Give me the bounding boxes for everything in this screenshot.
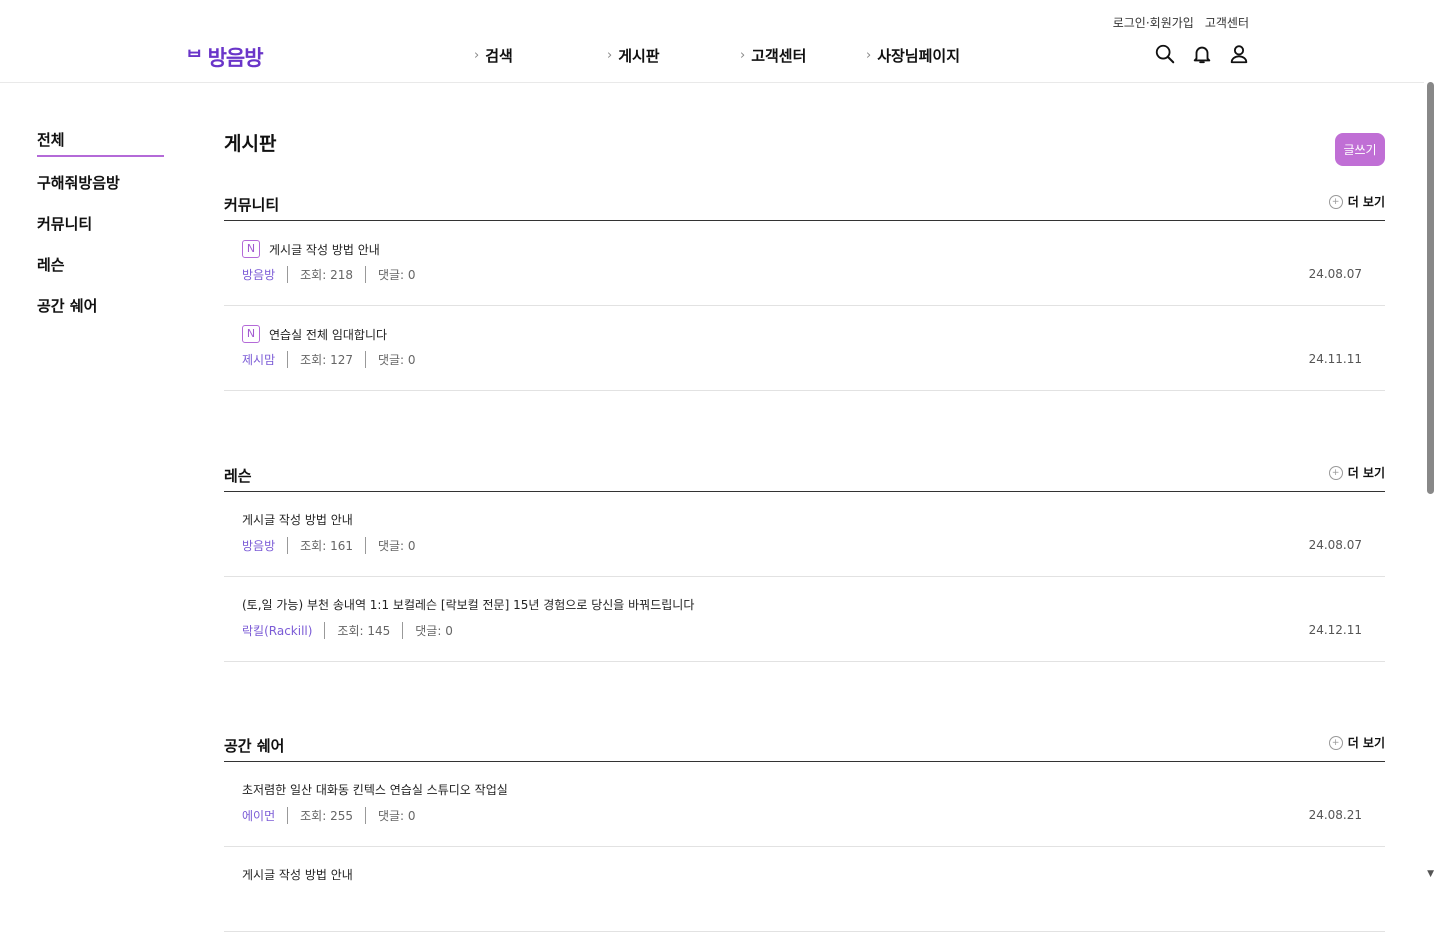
post-date: 24.08.07 <box>1308 538 1362 552</box>
nav-owner-page[interactable]: › 사장님페이지 <box>866 45 960 66</box>
post-title[interactable]: 게시글 작성 방법 안내 <box>242 511 353 528</box>
post-views: 조회: 145 <box>325 622 404 639</box>
post-comments: 댓글: 0 <box>377 809 416 823</box>
post-comments: 댓글: 0 <box>377 268 416 282</box>
post-author[interactable]: 에이먼 <box>242 807 289 824</box>
section-title: 레슨 <box>224 467 252 485</box>
board-section-community: 커뮤니티 + 더 보기 N 게시글 작성 방법 안내 방음방 조회: 218 댓글: 0… <box>224 190 1385 391</box>
utility-links: 로그인·회원가입 고객센터 <box>1113 14 1249 31</box>
board-section-lesson: 레슨 + 더 보기 게시글 작성 방법 안내 방음방 조회: 161 댓글: 0 24… <box>224 461 1385 662</box>
post-row[interactable]: 게시글 작성 방법 안내 방음방 조회: 161 댓글: 0 24.08.07 <box>224 492 1385 577</box>
sidebar-item-community[interactable]: 커뮤니티 <box>37 212 164 253</box>
post-row[interactable]: 게시글 작성 방법 안내 <box>224 847 1385 932</box>
scroll-down-arrow-icon[interactable]: ▼ <box>1427 869 1434 879</box>
logo[interactable]: ᄇ 방음방 <box>186 42 264 72</box>
header-icons <box>1154 43 1250 65</box>
post-views: 조회: 255 <box>288 807 366 824</box>
post-comments: 댓글: 0 <box>415 624 453 638</box>
sidebar-item-space-share[interactable]: 공간 쉐어 <box>37 294 164 335</box>
post-comments: 댓글: 0 <box>377 353 416 367</box>
customer-center-link[interactable]: 고객센터 <box>1205 14 1249 31</box>
chevron-right-icon: › <box>474 48 480 63</box>
more-button[interactable]: + 더 보기 <box>1328 734 1385 751</box>
plus-circle-icon: + <box>1328 735 1343 750</box>
nav-label: 사장님페이지 <box>877 47 961 65</box>
page-scrollbar[interactable]: ▼ <box>1424 82 1436 881</box>
nav-customer-center[interactable]: › 고객센터 <box>740 45 806 66</box>
post-title[interactable]: 게시글 작성 방법 안내 <box>269 241 380 258</box>
sidebar-item-all[interactable]: 전체 <box>37 128 164 157</box>
post-date: 24.12.11 <box>1308 623 1362 637</box>
nav-label: 게시판 <box>618 47 660 65</box>
post-row[interactable]: N 게시글 작성 방법 안내 방음방 조회: 218 댓글: 0 24.08.07 <box>224 221 1385 306</box>
section-header: 레슨 + 더 보기 <box>224 461 1385 492</box>
more-label: 더 보기 <box>1347 736 1385 750</box>
section-title: 공간 쉐어 <box>224 737 285 755</box>
sidebar-item-lesson[interactable]: 레슨 <box>37 253 164 294</box>
chevron-right-icon: › <box>607 48 613 63</box>
section-title: 커뮤니티 <box>224 196 280 214</box>
post-author[interactable]: 제시맘 <box>242 351 289 368</box>
post-date: 24.08.21 <box>1308 808 1362 822</box>
post-author[interactable]: 락킬(Rackill) <box>242 622 326 639</box>
plus-circle-icon: + <box>1328 194 1343 209</box>
post-views: 조회: 127 <box>288 351 366 368</box>
more-label: 더 보기 <box>1347 195 1385 209</box>
more-label: 더 보기 <box>1347 466 1385 480</box>
bell-icon[interactable] <box>1191 43 1213 65</box>
post-date: 24.11.11 <box>1308 352 1362 366</box>
post-comments: 댓글: 0 <box>377 539 416 553</box>
user-icon[interactable] <box>1228 43 1250 65</box>
scrollbar-thumb[interactable] <box>1427 82 1434 494</box>
more-button[interactable]: + 더 보기 <box>1328 464 1385 481</box>
post-title[interactable]: 게시글 작성 방법 안내 <box>242 866 353 883</box>
category-sidebar: 전체 구해줘방음방 커뮤니티 레슨 공간 쉐어 <box>37 128 164 335</box>
nav-board[interactable]: › 게시판 <box>607 45 660 66</box>
post-title[interactable]: 초저렴한 일산 대화동 킨텍스 연습실 스튜디오 작업실 <box>242 781 508 798</box>
sidebar-item-find-room[interactable]: 구해줘방음방 <box>37 171 164 212</box>
new-badge: N <box>242 240 260 258</box>
post-row[interactable]: 초저렴한 일산 대화동 킨텍스 연습실 스튜디오 작업실 에이먼 조회: 255 댓… <box>224 762 1385 847</box>
new-badge: N <box>242 325 260 343</box>
more-button[interactable]: + 더 보기 <box>1328 193 1385 210</box>
plus-circle-icon: + <box>1328 465 1343 480</box>
search-icon[interactable] <box>1154 43 1176 65</box>
nav-search[interactable]: › 검색 <box>474 45 513 66</box>
nav-label: 검색 <box>485 47 513 65</box>
post-views: 조회: 218 <box>288 266 366 283</box>
page-title: 게시판 <box>224 133 277 155</box>
chevron-right-icon: › <box>866 48 872 63</box>
logo-mark-icon: ᄇ <box>186 48 203 69</box>
post-author[interactable]: 방음방 <box>242 266 289 283</box>
post-date: 24.08.07 <box>1308 267 1362 281</box>
post-views: 조회: 161 <box>288 537 366 554</box>
post-row[interactable]: N 연습실 전체 임대합니다 제시맘 조회: 127 댓글: 0 24.11.11 <box>224 306 1385 391</box>
login-signup-link[interactable]: 로그인·회원가입 <box>1113 14 1194 31</box>
section-header: 공간 쉐어 + 더 보기 <box>224 731 1385 762</box>
section-header: 커뮤니티 + 더 보기 <box>224 190 1385 221</box>
chevron-right-icon: › <box>740 48 746 63</box>
post-title[interactable]: 연습실 전체 임대합니다 <box>269 326 387 343</box>
post-title[interactable]: (토,일 가능) 부천 송내역 1:1 보컬레슨 [락보컬 전문] 15년 경험… <box>242 596 694 613</box>
write-button[interactable]: 글쓰기 <box>1335 133 1385 166</box>
nav-label: 고객센터 <box>751 47 807 65</box>
logo-text: 방음방 <box>207 46 264 70</box>
board-section-space-share: 공간 쉐어 + 더 보기 초저렴한 일산 대화동 킨텍스 연습실 스튜디오 작업실… <box>224 731 1385 932</box>
post-row[interactable]: (토,일 가능) 부천 송내역 1:1 보컬레슨 [락보컬 전문] 15년 경험… <box>224 577 1385 662</box>
site-header: 로그인·회원가입 고객센터 ᄇ 방음방 › 검색 › 게시판 › 고객센터 › 사장님페… <box>0 0 1436 83</box>
post-author[interactable]: 방음방 <box>242 537 289 554</box>
